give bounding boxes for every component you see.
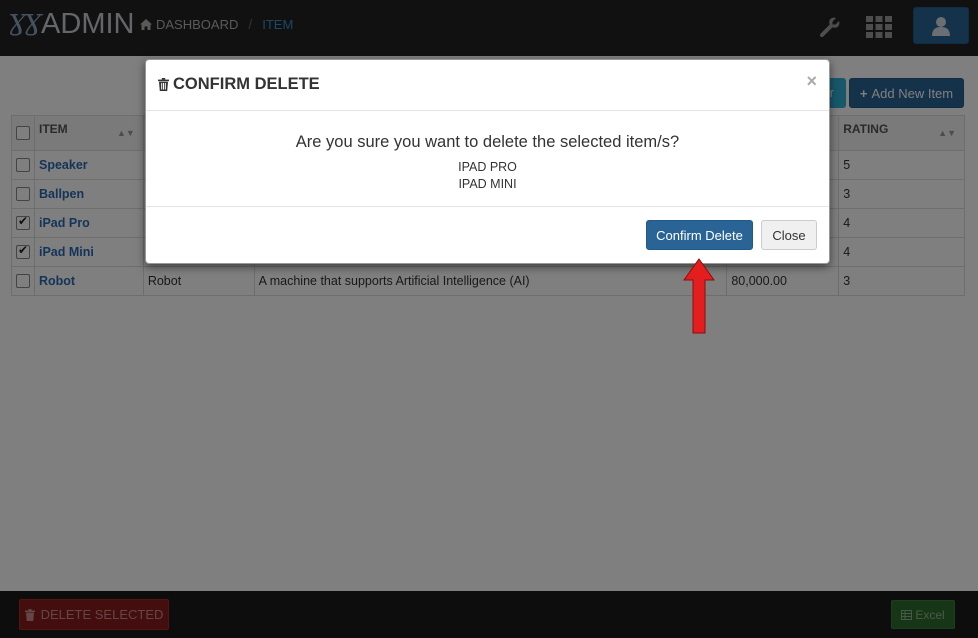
selected-items-list: IPAD PRO IPAD MINI [146, 159, 829, 193]
confirm-delete-button[interactable]: Confirm Delete [646, 220, 753, 250]
dialog-header: CONFIRM DELETE × [146, 60, 829, 111]
dialog-close-icon[interactable]: × [806, 71, 817, 92]
selected-item: IPAD PRO [458, 160, 517, 174]
dialog-body: Are you sure you want to delete the sele… [146, 111, 829, 207]
selected-item: IPAD MINI [458, 177, 517, 191]
dialog-title: CONFIRM DELETE [158, 75, 320, 94]
close-button[interactable]: Close [761, 220, 817, 250]
confirm-delete-dialog: CONFIRM DELETE × Are you sure you want t… [145, 59, 830, 264]
dialog-question: Are you sure you want to delete the sele… [295, 133, 680, 151]
trash-icon [158, 78, 169, 91]
annotation-arrow-up-icon [683, 258, 715, 334]
dialog-title-text: CONFIRM DELETE [173, 75, 320, 93]
